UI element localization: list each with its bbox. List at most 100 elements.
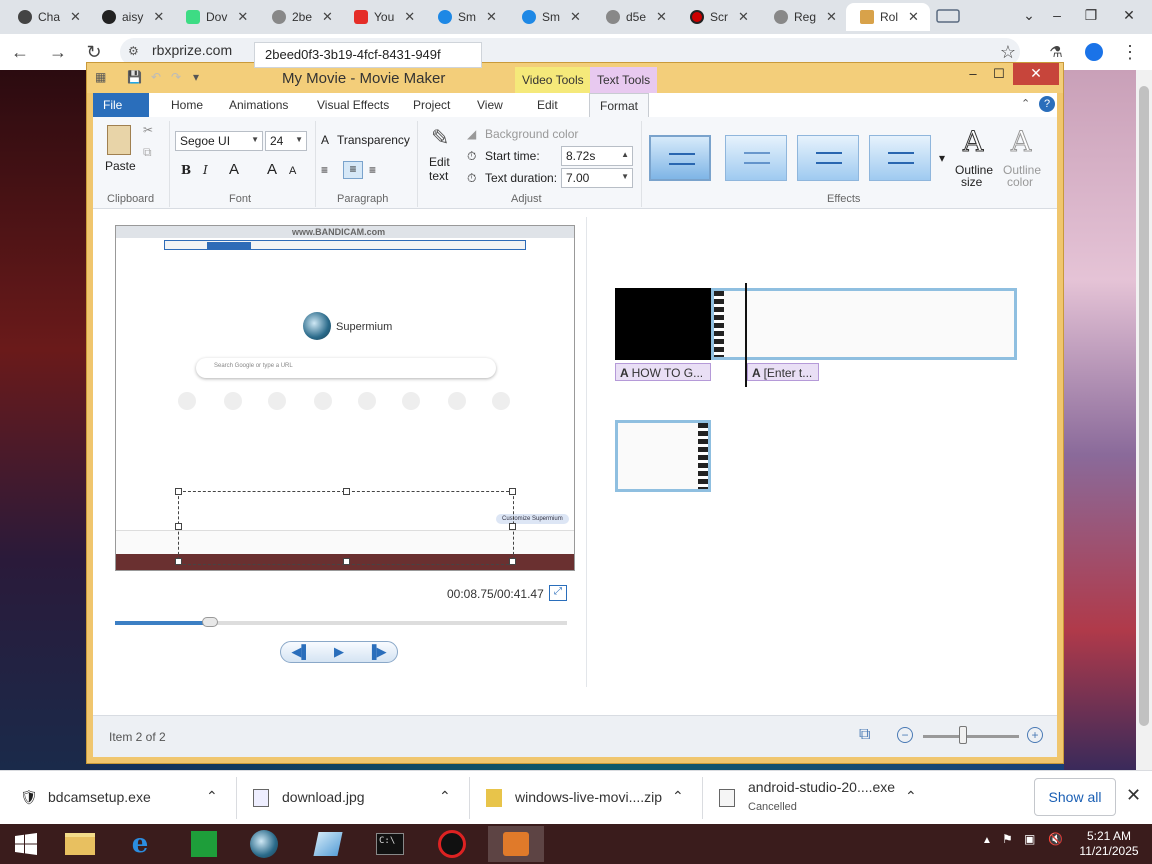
tab-view[interactable]: View [467, 93, 513, 117]
video-clip[interactable] [711, 288, 1017, 360]
tab-youtube[interactable]: You ✕ [340, 3, 415, 31]
tab-edit[interactable]: Edit [527, 93, 568, 117]
tab-2be[interactable]: 2be ✕ [258, 3, 333, 31]
previous-frame-icon[interactable]: ◀▌ [285, 644, 317, 660]
chevron-up-icon[interactable]: ⌃ [206, 788, 218, 805]
copy-icon[interactable]: ⧉ [143, 145, 152, 160]
play-icon[interactable]: ▶ [323, 644, 355, 660]
paste-button[interactable]: Paste [101, 123, 137, 177]
close-tab-icon[interactable]: ✕ [153, 9, 164, 25]
new-tab-icon[interactable] [935, 7, 963, 25]
close-window-button[interactable]: ✕ [1112, 0, 1146, 30]
tab-chatgpt[interactable]: Cha ✕ [4, 3, 81, 31]
seek-bar[interactable] [115, 617, 567, 627]
bookmark-star-icon[interactable]: ☆ [996, 40, 1020, 64]
close-tab-icon[interactable]: ✕ [404, 9, 415, 25]
store-icon[interactable] [176, 826, 232, 862]
profile-avatar[interactable] [1082, 40, 1106, 64]
text-tools-context-tab[interactable]: Text Tools [590, 67, 658, 93]
pane-divider[interactable] [586, 217, 587, 687]
internet-explorer-icon[interactable]: e [112, 826, 168, 862]
app-icon-blue[interactable] [300, 826, 356, 862]
effect-fly-tile[interactable] [797, 135, 859, 181]
shrink-font-button[interactable]: A [289, 165, 296, 177]
url-text[interactable]: rbxprize.com [152, 42, 232, 58]
resize-handle[interactable] [175, 523, 182, 530]
close-tab-icon[interactable]: ✕ [908, 9, 919, 25]
close-tab-icon[interactable]: ✕ [826, 9, 837, 25]
help-icon[interactable]: ? [1039, 96, 1055, 112]
tab-file[interactable]: File [93, 93, 149, 117]
grow-font-button[interactable]: A [267, 161, 277, 178]
flag-icon[interactable]: ⚑ [1002, 832, 1013, 846]
forward-button[interactable]: → [46, 40, 70, 64]
video-clip-2[interactable] [615, 420, 711, 492]
close-tab-icon[interactable]: ✕ [570, 9, 581, 25]
undo-icon[interactable]: ↶ [151, 70, 161, 84]
italic-button[interactable]: I [203, 163, 208, 177]
download-item[interactable]: download.jpg ⌃ [237, 771, 469, 825]
show-all-button[interactable]: Show all [1034, 778, 1116, 816]
movie-maker-taskbar-icon[interactable] [488, 826, 544, 862]
zoom-slider-thumb[interactable] [959, 726, 967, 744]
download-item[interactable]: 🛡 bdcamsetup.exe ⌃ [0, 771, 236, 825]
tab-home[interactable]: Home [161, 93, 213, 117]
network-icon[interactable]: ▣ [1024, 832, 1035, 846]
download-item[interactable]: android-studio-20....exe Cancelled ⌃ [703, 771, 935, 825]
close-tab-icon[interactable]: ✕ [738, 9, 749, 25]
tab-android[interactable]: Dov ✕ [172, 3, 248, 31]
bold-button[interactable]: B [181, 163, 191, 177]
tab-github[interactable]: aisy ✕ [88, 3, 164, 31]
cut-icon[interactable]: ✂ [143, 123, 153, 137]
site-info-icon[interactable]: ⚙ [128, 44, 139, 58]
menu-button[interactable]: ⋮ [1118, 40, 1142, 64]
tab-sm-1[interactable]: Sm ✕ [424, 3, 497, 31]
effect-fade-tile[interactable] [725, 135, 787, 181]
redo-icon[interactable]: ↷ [171, 70, 181, 84]
resize-handle[interactable] [175, 488, 182, 495]
command-prompt-icon[interactable]: C:\ [362, 826, 418, 862]
system-clock[interactable]: 5:21 AM 11/21/2025 [1072, 829, 1146, 859]
fullscreen-icon[interactable]: ⤢ [549, 585, 567, 601]
text-duration-select[interactable]: 7.00 ▼ [561, 168, 633, 188]
close-tab-icon[interactable]: ✕ [70, 9, 81, 25]
font-family-select[interactable]: Segoe UI ▼ [175, 131, 263, 151]
reload-button[interactable]: ↻ [82, 40, 106, 64]
effect-swipe-tile[interactable] [869, 135, 931, 181]
font-color-button[interactable]: A [229, 161, 239, 178]
resize-handle[interactable] [343, 558, 350, 565]
resize-handle[interactable] [509, 523, 516, 530]
text-selection-box[interactable] [175, 488, 516, 565]
chevron-up-icon[interactable]: ⌃ [439, 788, 451, 805]
file-explorer-icon[interactable] [52, 826, 108, 862]
title-clip[interactable] [615, 288, 711, 360]
back-button[interactable]: ← [8, 40, 32, 64]
seek-thumb[interactable] [201, 617, 218, 627]
tab-d5e[interactable]: d5e ✕ [592, 3, 667, 31]
tray-overflow-icon[interactable]: ▲ [982, 835, 992, 846]
tab-roblox[interactable]: Rol ✕ [846, 3, 930, 31]
caption-clip-selected[interactable]: A [Enter t... [747, 363, 819, 381]
align-center-icon[interactable]: ≡ [343, 161, 363, 179]
align-left-icon[interactable]: ≡ [321, 163, 328, 177]
effect-none-tile[interactable] [649, 135, 711, 181]
close-downloads-icon[interactable]: ✕ [1126, 785, 1141, 806]
caption-clip[interactable]: A HOW TO G... [615, 363, 711, 381]
close-tab-icon[interactable]: ✕ [322, 9, 333, 25]
mm-close-button[interactable]: ✕ [1013, 63, 1059, 85]
page-scrollbar[interactable] [1136, 70, 1152, 770]
resize-handle[interactable] [343, 488, 350, 495]
tab-project[interactable]: Project [403, 93, 460, 117]
resize-handle[interactable] [509, 558, 516, 565]
zoom-in-icon[interactable]: + [1027, 727, 1043, 743]
transparency-button[interactable]: Transparency [337, 133, 410, 147]
outline-size-button[interactable]: A Outline size [953, 125, 999, 190]
tab-visual-effects[interactable]: Visual Effects [307, 93, 399, 117]
quick-access-dropdown-icon[interactable]: ▾ [193, 70, 199, 84]
start-button[interactable] [0, 826, 52, 862]
playhead[interactable] [745, 283, 747, 387]
chevron-up-icon[interactable]: ⌃ [905, 788, 917, 805]
mm-minimize-button[interactable]: – [959, 63, 987, 85]
resize-handle[interactable] [509, 488, 516, 495]
outline-color-button[interactable]: A Outline color [1001, 125, 1047, 190]
